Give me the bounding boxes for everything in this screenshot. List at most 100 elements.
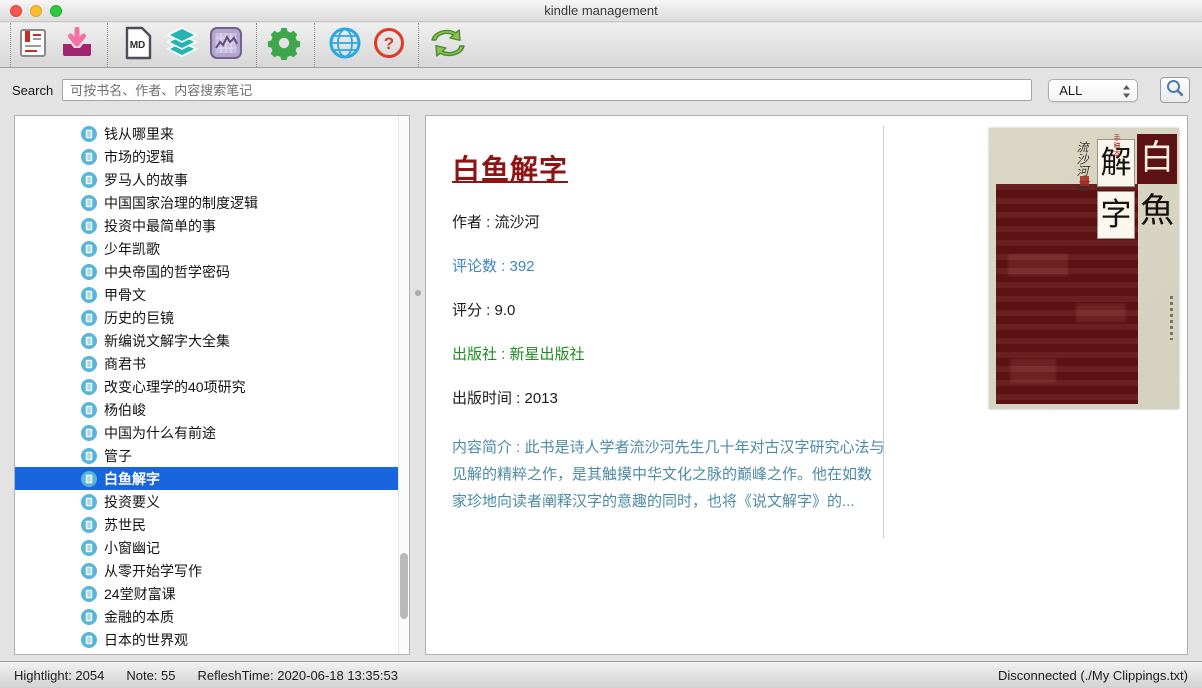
cover-char-zi: 字 (1097, 191, 1135, 239)
book-list-item[interactable]: 市场的逻辑 (15, 145, 409, 168)
layers-button[interactable] (160, 25, 204, 65)
book-title-link[interactable]: 白鱼解字 (452, 148, 568, 188)
toolbar-separator (314, 23, 315, 67)
book-detail-field: 出版社 : 新星出版社 (452, 343, 886, 364)
web-button[interactable] (323, 25, 367, 65)
book-detail-field: 评分 : 9.0 (452, 299, 886, 320)
close-button[interactable] (10, 5, 22, 17)
book-title-label: 投资中最简单的事 (104, 216, 216, 236)
book-list-item[interactable]: 苏世民 (15, 513, 409, 536)
search-button[interactable] (1160, 77, 1190, 103)
export-markdown-button[interactable]: MD (116, 25, 160, 65)
list-scrollbar-track[interactable] (398, 116, 409, 654)
book-list-item[interactable]: 少年凯歌 (15, 237, 409, 260)
stats-chart-icon (209, 26, 243, 65)
book-detail-panel: 白鱼解字 作者 : 流沙河评论数 : 392 评分 : 9.0 出版社 : 新星出版… (425, 115, 1188, 655)
book-note-icon (81, 632, 97, 648)
book-list-item[interactable]: 从零开始学写作 (15, 559, 409, 582)
book-note-icon (81, 540, 97, 556)
minimize-button[interactable] (30, 5, 42, 17)
cover-char-bai: 白 (1137, 134, 1177, 184)
book-list-item[interactable]: 白鱼解字 (15, 467, 409, 490)
book-list-item[interactable]: 商君书 (15, 352, 409, 375)
book-detail-field: 作者 : 流沙河 (452, 211, 886, 232)
book-list-item[interactable]: 罗马人的故事 (15, 168, 409, 191)
book-note-icon (81, 471, 97, 487)
book-title-label: 罗马人的故事 (104, 170, 188, 190)
book-title-label: 甲骨文 (104, 285, 146, 305)
book-detail-field: 评论数 : 392 (452, 255, 886, 276)
search-input[interactable] (62, 79, 1032, 101)
svg-text:MD: MD (130, 40, 146, 51)
gear-icon (267, 26, 301, 65)
book-title-label: 少年凯歌 (104, 239, 160, 259)
book-title-label: 市场的逻辑 (104, 147, 174, 167)
book-note-icon (81, 333, 97, 349)
book-list-item[interactable]: 管子 (15, 444, 409, 467)
search-row: Search ALL (0, 68, 1202, 112)
book-list-item[interactable]: 中央帝国的哲学密码 (15, 260, 409, 283)
status-bar: Hightlight: 2054 Note: 55 RefleshTime: 2… (0, 661, 1202, 688)
book-note-icon (81, 264, 97, 280)
book-list-item[interactable]: 投资中最简单的事 (15, 214, 409, 237)
refresh-button[interactable] (426, 25, 470, 65)
book-note-icon (81, 149, 97, 165)
book-list-item[interactable]: 钱从哪里来 (15, 122, 409, 145)
toolbar-separator (418, 23, 419, 67)
book-list-item[interactable]: 小窗幽记 (15, 536, 409, 559)
book-list-item[interactable]: 日本的世界观 (15, 628, 409, 651)
notes-button[interactable] (11, 25, 55, 65)
book-cover-image: 白 解 字 魚 手稿本 流沙河 著 (989, 128, 1179, 409)
book-note-icon (81, 517, 97, 533)
status-connection: Disconnected (./My Clippings.txt) (998, 668, 1188, 683)
cover-publisher-microtext (1170, 296, 1173, 340)
book-title-label: 改变心理学的40项研究 (104, 377, 246, 397)
splitter-handle-dot (415, 290, 421, 296)
book-title-label: 从零开始学写作 (104, 561, 202, 581)
markdown-file-icon: MD (123, 26, 153, 65)
filter-dropdown[interactable]: ALL (1048, 79, 1138, 102)
toolbar: MD (0, 23, 1202, 68)
book-note-icon (81, 356, 97, 372)
book-title-label: 中央帝国的哲学密码 (104, 262, 230, 282)
book-list-item[interactable]: 甲骨文 (15, 283, 409, 306)
list-scrollbar-thumb[interactable] (400, 553, 408, 619)
book-title-label: 钱从哪里来 (104, 124, 174, 144)
book-title-label: 商君书 (104, 354, 146, 374)
book-list-item[interactable]: 新编说文解字大全集 (15, 329, 409, 352)
import-clippings-button[interactable] (55, 25, 99, 65)
settings-button[interactable] (262, 25, 306, 65)
titlebar: kindle management (0, 0, 1202, 22)
globe-icon (328, 26, 362, 65)
book-detail-text: 白鱼解字 作者 : 流沙河评论数 : 392 评分 : 9.0 出版社 : 新星出版… (426, 126, 884, 538)
book-list-item[interactable]: 投资要义 (15, 490, 409, 513)
book-list-item[interactable]: 金融的本质 (15, 605, 409, 628)
book-note-icon (81, 379, 97, 395)
help-button[interactable]: ? (367, 25, 411, 65)
book-list-item[interactable]: 中国为什么有前途 (15, 421, 409, 444)
book-title-label: 中国为什么有前途 (104, 423, 216, 443)
book-title-label: 白鱼解字 (104, 469, 160, 489)
status-highlight-count: Hightlight: 2054 (14, 668, 104, 683)
book-note-icon (81, 310, 97, 326)
book-note-icon (81, 218, 97, 234)
book-list-item[interactable]: 历史的巨镜 (15, 306, 409, 329)
book-list-item[interactable]: 中国国家治理的制度逻辑 (15, 191, 409, 214)
book-title-label: 新编说文解字大全集 (104, 331, 230, 351)
notes-icon (17, 27, 49, 64)
book-title-label: 管子 (104, 446, 132, 466)
book-title-label: 中国国家治理的制度逻辑 (104, 193, 258, 213)
book-note-icon (81, 448, 97, 464)
book-list-item[interactable]: 杨伯峻 (15, 398, 409, 421)
zoom-button[interactable] (50, 5, 62, 17)
book-list-item[interactable]: 改变心理学的40项研究 (15, 375, 409, 398)
panel-splitter[interactable] (410, 112, 425, 660)
book-note-icon (81, 126, 97, 142)
book-note-icon (81, 241, 97, 257)
book-list-item[interactable]: 24堂财富课 (15, 582, 409, 605)
book-note-icon (81, 494, 97, 510)
stats-chart-button[interactable] (204, 25, 248, 65)
cover-red-stamp (1080, 176, 1089, 186)
status-note-count: Note: 55 (126, 668, 175, 683)
book-title-label: 小窗幽记 (104, 538, 160, 558)
